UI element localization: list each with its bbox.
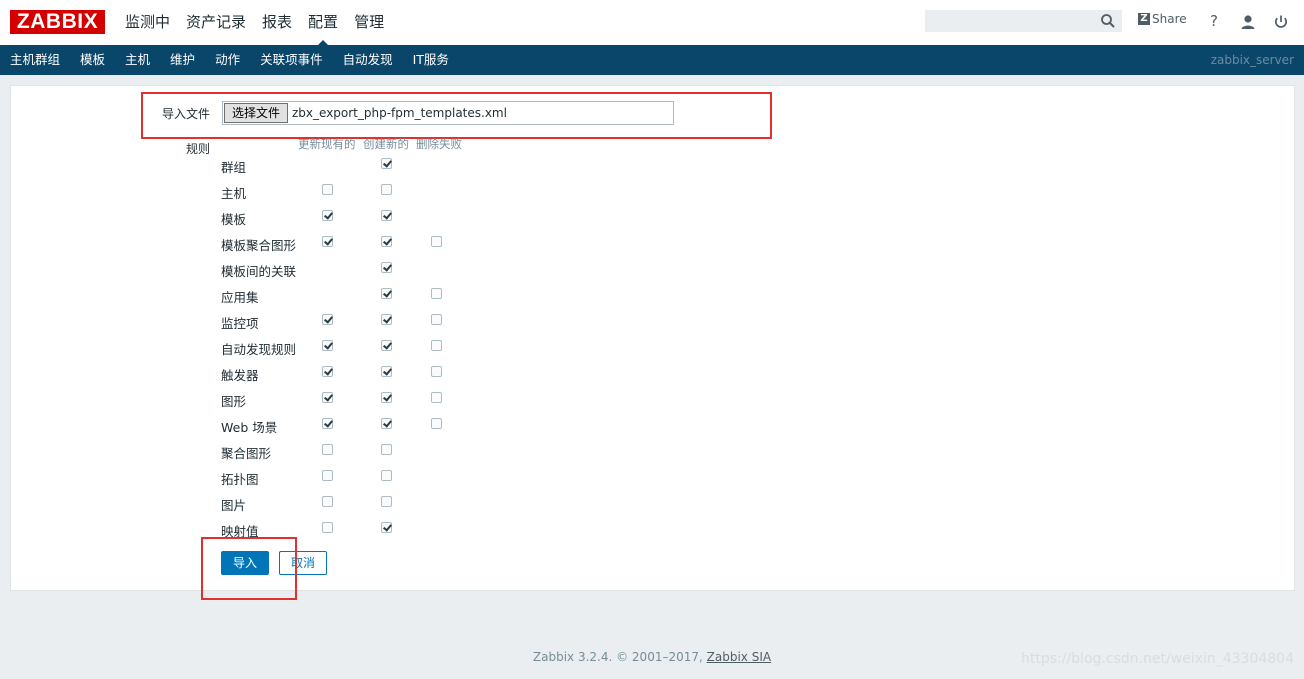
rule-label: Web 场景 bbox=[221, 420, 278, 435]
rule-label: 群组 bbox=[221, 160, 247, 175]
help-icon[interactable]: ? bbox=[1205, 12, 1223, 32]
rule-label: 触发器 bbox=[221, 368, 259, 383]
rule-checkbox-create[interactable] bbox=[381, 288, 392, 299]
rule-label: 自动发现规则 bbox=[221, 342, 297, 357]
submenu-host-groups[interactable]: 主机群组 bbox=[0, 45, 70, 75]
rule-checkbox-delete[interactable] bbox=[431, 340, 442, 351]
rule-checkbox-create[interactable] bbox=[381, 314, 392, 325]
submenu-correlation[interactable]: 关联项事件 bbox=[250, 45, 333, 75]
watermark: https://blog.csdn.net/weixin_43304804 bbox=[1020, 651, 1294, 667]
column-update-existing: 更新现有的 bbox=[298, 137, 356, 151]
import-button[interactable]: 导入 bbox=[221, 551, 269, 575]
rule-checkbox-delete[interactable] bbox=[431, 392, 442, 403]
zabbix-share-icon: Z bbox=[1138, 13, 1150, 25]
user-icon[interactable] bbox=[1239, 12, 1257, 32]
rule-checkbox-update[interactable] bbox=[322, 340, 333, 351]
rule-checkbox-create[interactable] bbox=[381, 392, 392, 403]
rule-label: 模板 bbox=[221, 212, 247, 227]
rule-checkbox-update[interactable] bbox=[322, 366, 333, 377]
rule-checkbox-create[interactable] bbox=[381, 470, 392, 481]
rule-checkbox-update[interactable] bbox=[322, 236, 333, 247]
rule-checkbox-delete[interactable] bbox=[431, 366, 442, 377]
rule-checkbox-update[interactable] bbox=[322, 184, 333, 195]
rules-label: 规则 bbox=[186, 142, 211, 156]
rule-label: 应用集 bbox=[221, 290, 259, 305]
rule-checkbox-update[interactable] bbox=[322, 210, 333, 221]
menu-administration[interactable]: 管理 bbox=[346, 0, 392, 45]
submenu-it-services[interactable]: IT服务 bbox=[403, 45, 459, 75]
submenu-templates[interactable]: 模板 bbox=[70, 45, 115, 75]
server-name: zabbix_server bbox=[1210, 53, 1294, 67]
footer-link[interactable]: Zabbix SIA bbox=[707, 650, 771, 664]
rule-checkbox-delete[interactable] bbox=[431, 236, 442, 247]
search-input[interactable] bbox=[925, 10, 1122, 32]
menu-monitoring[interactable]: 监测中 bbox=[117, 0, 178, 45]
rule-checkbox-create[interactable] bbox=[381, 262, 392, 273]
sub-navigation: 主机群组 模板 主机 维护 动作 关联项事件 自动发现 IT服务 zabbix_… bbox=[0, 45, 1304, 75]
rule-label: 监控项 bbox=[221, 316, 259, 331]
rule-label: 聚合图形 bbox=[221, 446, 272, 461]
submenu-hosts[interactable]: 主机 bbox=[115, 45, 160, 75]
rule-checkbox-create[interactable] bbox=[381, 340, 392, 351]
menu-configuration[interactable]: 配置 bbox=[300, 0, 346, 46]
rule-checkbox-create[interactable] bbox=[381, 496, 392, 507]
column-create-new: 创建新的 bbox=[363, 137, 409, 151]
rule-checkbox-update[interactable] bbox=[322, 392, 333, 403]
rule-checkbox-create[interactable] bbox=[381, 444, 392, 455]
rule-checkbox-create[interactable] bbox=[381, 418, 392, 429]
rule-checkbox-update[interactable] bbox=[322, 496, 333, 507]
rule-checkbox-update[interactable] bbox=[322, 522, 333, 533]
rule-label: 拓扑图 bbox=[221, 472, 259, 487]
rule-checkbox-create[interactable] bbox=[381, 184, 392, 195]
choose-file-button[interactable]: 选择文件 bbox=[224, 103, 289, 123]
rule-checkbox-update[interactable] bbox=[322, 314, 333, 325]
rule-checkbox-create[interactable] bbox=[381, 210, 392, 221]
rule-label: 模板间的关联 bbox=[221, 264, 297, 279]
rule-label: 图形 bbox=[221, 394, 247, 409]
share-label: Share bbox=[1152, 12, 1187, 26]
rule-checkbox-delete[interactable] bbox=[431, 314, 442, 325]
top-header: ZABBIX 监测中 资产记录 报表 配置 管理 Z Share ? bbox=[0, 0, 1304, 46]
submenu: 主机群组 模板 主机 维护 动作 关联项事件 自动发现 IT服务 bbox=[0, 45, 459, 75]
submenu-actions[interactable]: 动作 bbox=[205, 45, 250, 75]
cancel-button[interactable]: 取消 bbox=[279, 551, 327, 575]
import-file-label: 导入文件 bbox=[162, 107, 211, 121]
share-button[interactable]: Z Share bbox=[1138, 12, 1187, 26]
selected-file-name: zbx_export_php-fpm_templates.xml bbox=[292, 106, 507, 120]
footer-text: Zabbix 3.2.4. © 2001–2017, bbox=[532, 650, 703, 664]
rule-checkbox-delete[interactable] bbox=[431, 288, 442, 299]
rule-checkbox-update[interactable] bbox=[322, 444, 333, 455]
rule-checkbox-update[interactable] bbox=[322, 418, 333, 429]
submenu-maintenance[interactable]: 维护 bbox=[160, 45, 205, 75]
search-icon[interactable] bbox=[1100, 13, 1116, 29]
rule-checkbox-create[interactable] bbox=[381, 236, 392, 247]
rule-checkbox-update[interactable] bbox=[322, 470, 333, 481]
rule-label: 模板聚合图形 bbox=[221, 238, 297, 253]
power-icon[interactable] bbox=[1272, 12, 1290, 32]
main-menu: 监测中 资产记录 报表 配置 管理 bbox=[117, 0, 392, 46]
zabbix-logo[interactable]: ZABBIX bbox=[10, 10, 105, 34]
submenu-discovery[interactable]: 自动发现 bbox=[333, 45, 403, 75]
rule-checkbox-create[interactable] bbox=[381, 522, 392, 533]
rule-label: 图片 bbox=[221, 498, 247, 513]
menu-inventory[interactable]: 资产记录 bbox=[178, 0, 254, 45]
rule-checkbox-create[interactable] bbox=[381, 366, 392, 377]
rule-checkbox-delete[interactable] bbox=[431, 418, 442, 429]
column-delete-missing: 删除失败 bbox=[416, 137, 462, 151]
rule-label: 映射值 bbox=[221, 524, 259, 539]
file-input[interactable]: 选择文件 zbx_export_php-fpm_templates.xml bbox=[222, 101, 674, 125]
rule-label: 主机 bbox=[221, 186, 247, 201]
rule-checkbox-create[interactable] bbox=[381, 158, 392, 169]
import-panel bbox=[10, 85, 1295, 591]
menu-reports[interactable]: 报表 bbox=[254, 0, 300, 45]
